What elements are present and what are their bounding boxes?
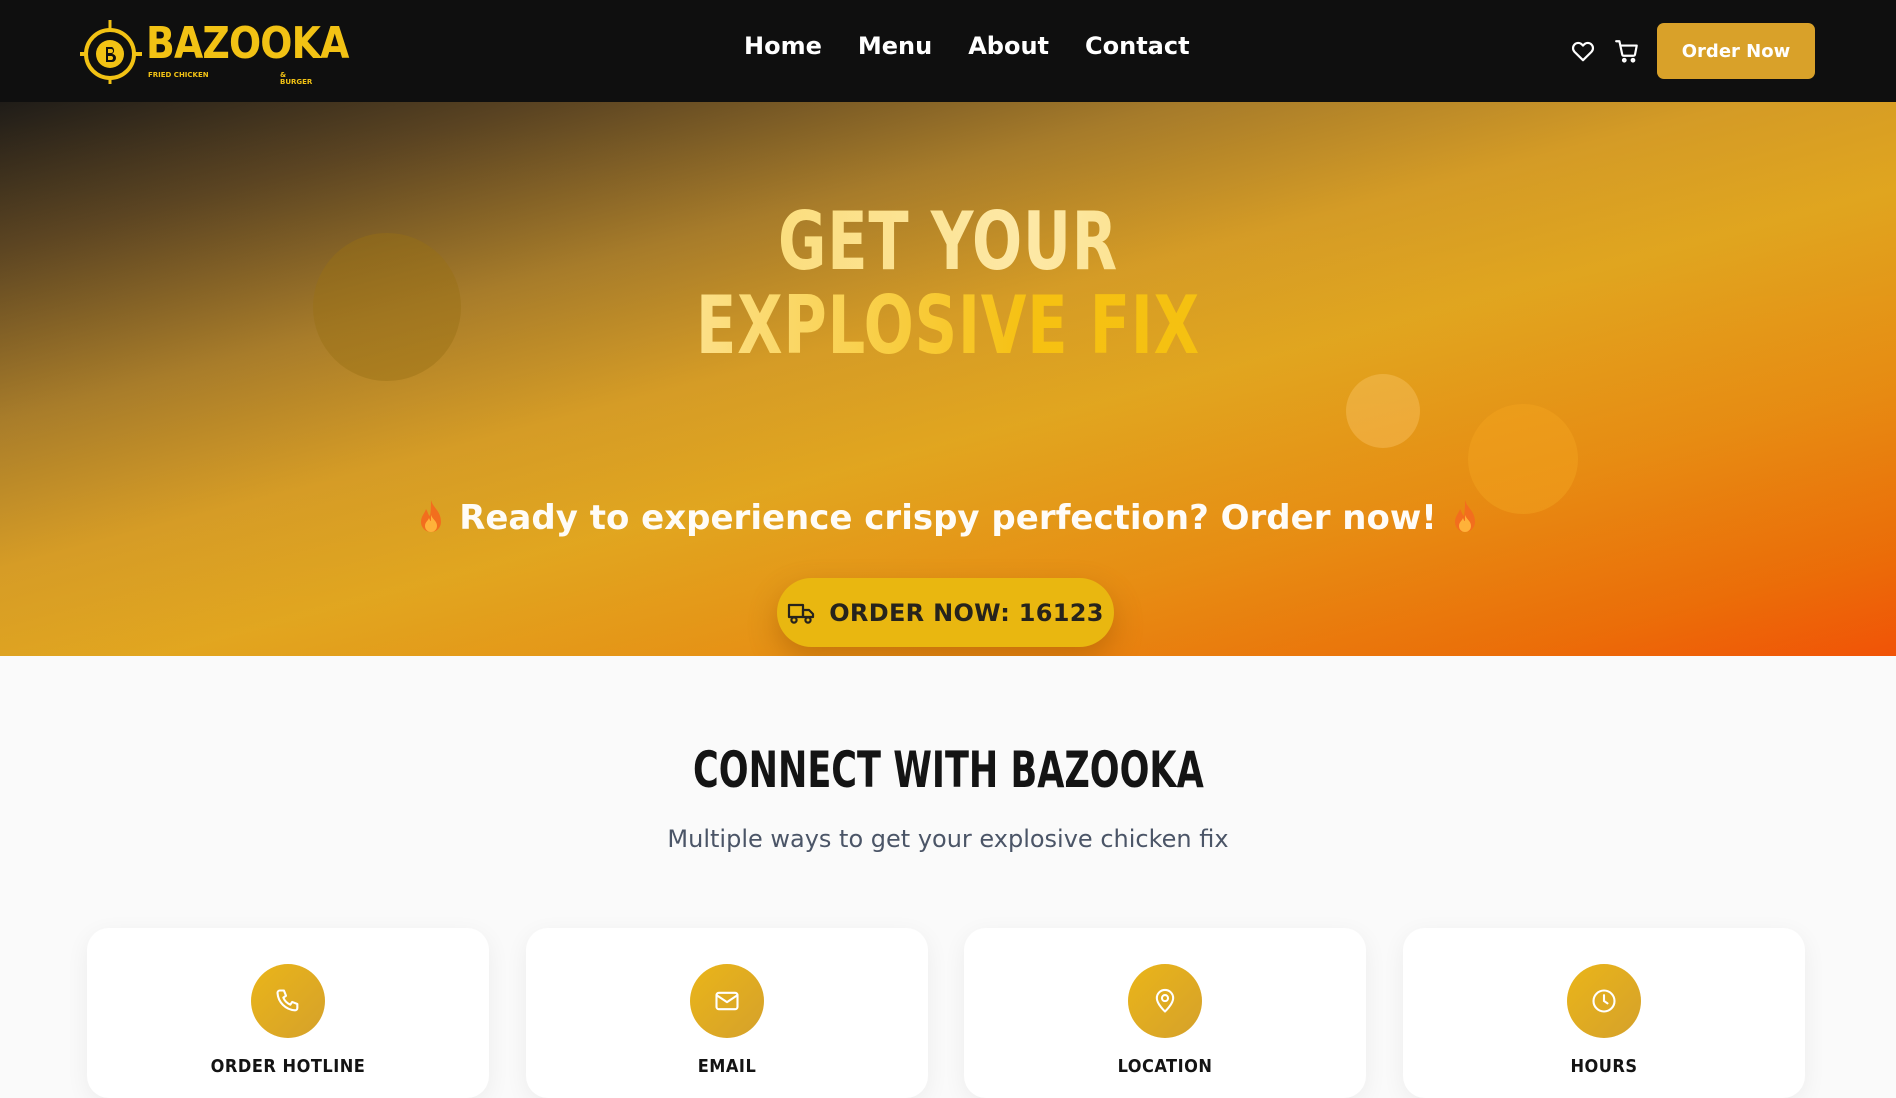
cart-icon[interactable]: [1614, 38, 1640, 64]
contact-card-email[interactable]: EMAIL: [526, 928, 928, 1098]
truck-icon: [788, 603, 815, 624]
fire-icon: [1454, 500, 1475, 532]
brand-name: BAZOOKA: [146, 18, 349, 69]
hero-tagline-text: Ready to experience crispy perfection? O…: [459, 498, 1437, 538]
order-hotline-cta-button[interactable]: ORDER NOW: 16123: [777, 578, 1114, 647]
brand-logo[interactable]: BAZOOKA FRIED CHICKEN & BURGER: [80, 18, 349, 86]
main-nav: Home Menu About Contact: [744, 34, 1226, 58]
order-hotline-cta-label: ORDER NOW: 16123: [829, 598, 1104, 627]
connect-subtitle: Multiple ways to get your explosive chic…: [667, 825, 1229, 853]
clock-icon: [1567, 964, 1641, 1038]
order-now-button[interactable]: Order Now: [1657, 23, 1815, 79]
crosshair-logo-icon: [80, 20, 142, 84]
connect-title-text: CONNECT WITH BAZOOKA: [692, 741, 1204, 799]
contact-card-label: ORDER HOTLINE: [210, 1056, 366, 1077]
contact-card-label: HOURS: [1570, 1056, 1638, 1077]
contact-card-hours[interactable]: HOURS: [1403, 928, 1805, 1098]
nav-link-home[interactable]: Home: [744, 34, 822, 58]
nav-link-about[interactable]: About: [968, 34, 1049, 58]
contact-card-label: LOCATION: [1117, 1056, 1213, 1077]
contact-card-hotline[interactable]: ORDER HOTLINE: [87, 928, 489, 1098]
location-pin-icon: [1128, 964, 1202, 1038]
phone-icon: [251, 964, 325, 1038]
heart-icon[interactable]: [1570, 38, 1596, 64]
hero-title: GET YOUR EXPLOSIVE FIX: [0, 200, 1896, 368]
contact-card-location[interactable]: LOCATION: [964, 928, 1366, 1098]
hero-section: GET YOUR EXPLOSIVE FIX Ready to experien…: [0, 102, 1896, 656]
nav-link-menu[interactable]: Menu: [858, 34, 932, 58]
connect-title: CONNECT WITH BAZOOKA: [0, 742, 1896, 798]
top-navbar: BAZOOKA FRIED CHICKEN & BURGER Home Menu…: [0, 0, 1896, 102]
connect-section: CONNECT WITH BAZOOKA Multiple ways to ge…: [0, 656, 1896, 1098]
hero-title-line-1: GET YOUR: [171, 200, 1726, 284]
mail-icon: [690, 964, 764, 1038]
fire-icon: [421, 500, 442, 532]
hero-title-line-2: EXPLOSIVE FIX: [171, 284, 1726, 368]
contact-card-label: EMAIL: [697, 1056, 757, 1077]
brand-tagline-right: & BURGER: [280, 71, 313, 86]
hero-tagline: Ready to experience crispy perfection? O…: [0, 496, 1896, 540]
brand-tagline-left: FRIED CHICKEN: [148, 71, 209, 79]
decorative-bubble: [1346, 374, 1420, 448]
nav-link-contact[interactable]: Contact: [1085, 34, 1190, 58]
